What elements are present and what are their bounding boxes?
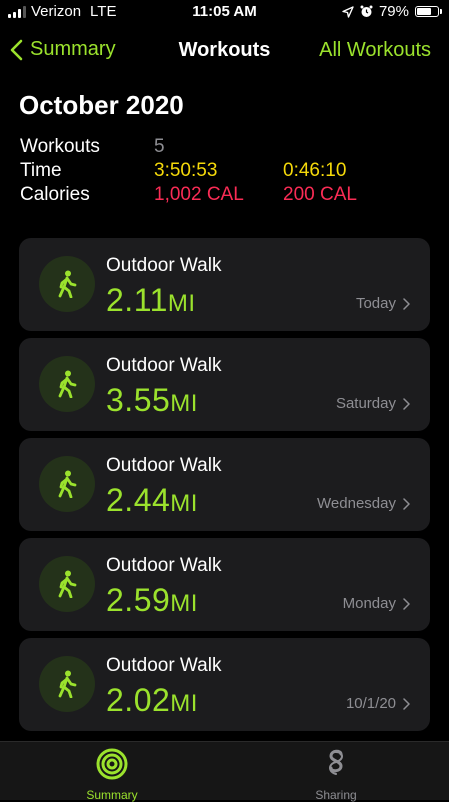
month-title: October 2020 bbox=[19, 90, 184, 120]
workout-distance: 2.44MI bbox=[106, 482, 198, 519]
workout-date-label: Saturday bbox=[335, 395, 396, 412]
battery-icon bbox=[415, 6, 442, 17]
chevron-right-icon bbox=[403, 297, 410, 310]
workout-date: Saturday bbox=[336, 395, 410, 412]
battery-level-fill bbox=[417, 8, 431, 15]
alarm-icon bbox=[360, 5, 373, 17]
workout-type: Outdoor Walk bbox=[106, 255, 222, 276]
chevron-right-icon bbox=[403, 497, 410, 510]
workout-distance: 2.59MI bbox=[106, 582, 198, 619]
distance-value: 3.55 bbox=[106, 382, 171, 418]
workout-date: Wednesday bbox=[317, 495, 410, 512]
workout-type: Outdoor Walk bbox=[106, 555, 222, 576]
all-workouts-button[interactable]: All Workouts bbox=[319, 39, 431, 62]
workout-card[interactable]: Outdoor Walk 3.55MI Saturday bbox=[19, 338, 430, 431]
tab-bar: Summary Sharing bbox=[0, 741, 449, 802]
walk-icon bbox=[39, 456, 95, 512]
location-arrow-icon bbox=[342, 5, 354, 18]
workout-date: 10/1/20 bbox=[346, 695, 410, 712]
calories-row: Calories 1,002 CAL 200 CAL bbox=[20, 184, 440, 208]
distance-value: 2.11 bbox=[106, 282, 168, 318]
walk-icon bbox=[39, 256, 95, 312]
sharing-icon bbox=[329, 749, 343, 775]
workout-card[interactable]: Outdoor Walk 2.11MI Today bbox=[19, 238, 430, 331]
activity-rings-icon bbox=[96, 748, 128, 780]
time-row: Time 3:50:53 0:46:10 bbox=[20, 160, 440, 184]
distance-unit: MI bbox=[170, 490, 198, 517]
distance-value: 2.44 bbox=[106, 482, 171, 518]
status-bar: Verizon LTE 11:05 AM 79% bbox=[0, 0, 449, 24]
distance-unit: MI bbox=[170, 390, 198, 417]
chevron-right-icon bbox=[403, 597, 410, 610]
workout-card[interactable]: Outdoor Walk 2.59MI Monday bbox=[19, 538, 430, 631]
calories-label: Calories bbox=[20, 184, 90, 205]
workout-date-label: Today bbox=[355, 295, 396, 312]
calories-average: 200 CAL bbox=[283, 184, 357, 205]
time-label: Time bbox=[20, 160, 62, 181]
navigation-bar: Summary Workouts All Workouts bbox=[0, 30, 449, 74]
monthly-summary: Workouts 5 Time 3:50:53 0:46:10 Calories… bbox=[20, 136, 440, 208]
workout-type: Outdoor Walk bbox=[106, 355, 222, 376]
distance-unit: MI bbox=[167, 290, 196, 317]
battery-percent: 79% bbox=[378, 3, 409, 20]
workout-date-label: 10/1/20 bbox=[345, 695, 396, 712]
time-total: 3:50:53 bbox=[154, 160, 218, 181]
workout-distance: 2.11MI bbox=[106, 282, 196, 319]
status-right: 79% bbox=[342, 3, 442, 20]
walk-icon bbox=[39, 656, 95, 712]
workout-date-label: Wednesday bbox=[317, 495, 396, 512]
tab-sharing[interactable]: Sharing bbox=[276, 748, 396, 802]
workout-type: Outdoor Walk bbox=[106, 655, 222, 676]
workout-type: Outdoor Walk bbox=[106, 455, 222, 476]
workout-date: Today bbox=[356, 295, 410, 312]
workout-card[interactable]: Outdoor Walk 2.44MI Wednesday bbox=[19, 438, 430, 531]
distance-unit: MI bbox=[170, 690, 198, 717]
workout-distance: 2.02MI bbox=[106, 682, 198, 719]
distance-value: 2.02 bbox=[106, 682, 171, 718]
workout-card[interactable]: Outdoor Walk 2.02MI 10/1/20 bbox=[19, 638, 430, 731]
distance-value: 2.59 bbox=[106, 582, 171, 618]
calories-total: 1,002 CAL bbox=[154, 184, 244, 205]
workout-distance: 3.55MI bbox=[106, 382, 198, 419]
workout-date: Monday bbox=[343, 595, 410, 612]
distance-unit: MI bbox=[170, 590, 198, 617]
time-average: 0:46:10 bbox=[283, 160, 347, 181]
walk-icon bbox=[39, 556, 95, 612]
chevron-right-icon bbox=[403, 697, 410, 710]
chevron-right-icon bbox=[403, 397, 410, 410]
workouts-label: Workouts bbox=[20, 136, 100, 157]
workouts-count: 5 bbox=[154, 136, 165, 157]
walk-icon bbox=[39, 356, 95, 412]
tab-summary[interactable]: Summary bbox=[52, 748, 172, 802]
workout-date-label: Monday bbox=[342, 595, 396, 612]
workouts-row: Workouts 5 bbox=[20, 136, 440, 160]
